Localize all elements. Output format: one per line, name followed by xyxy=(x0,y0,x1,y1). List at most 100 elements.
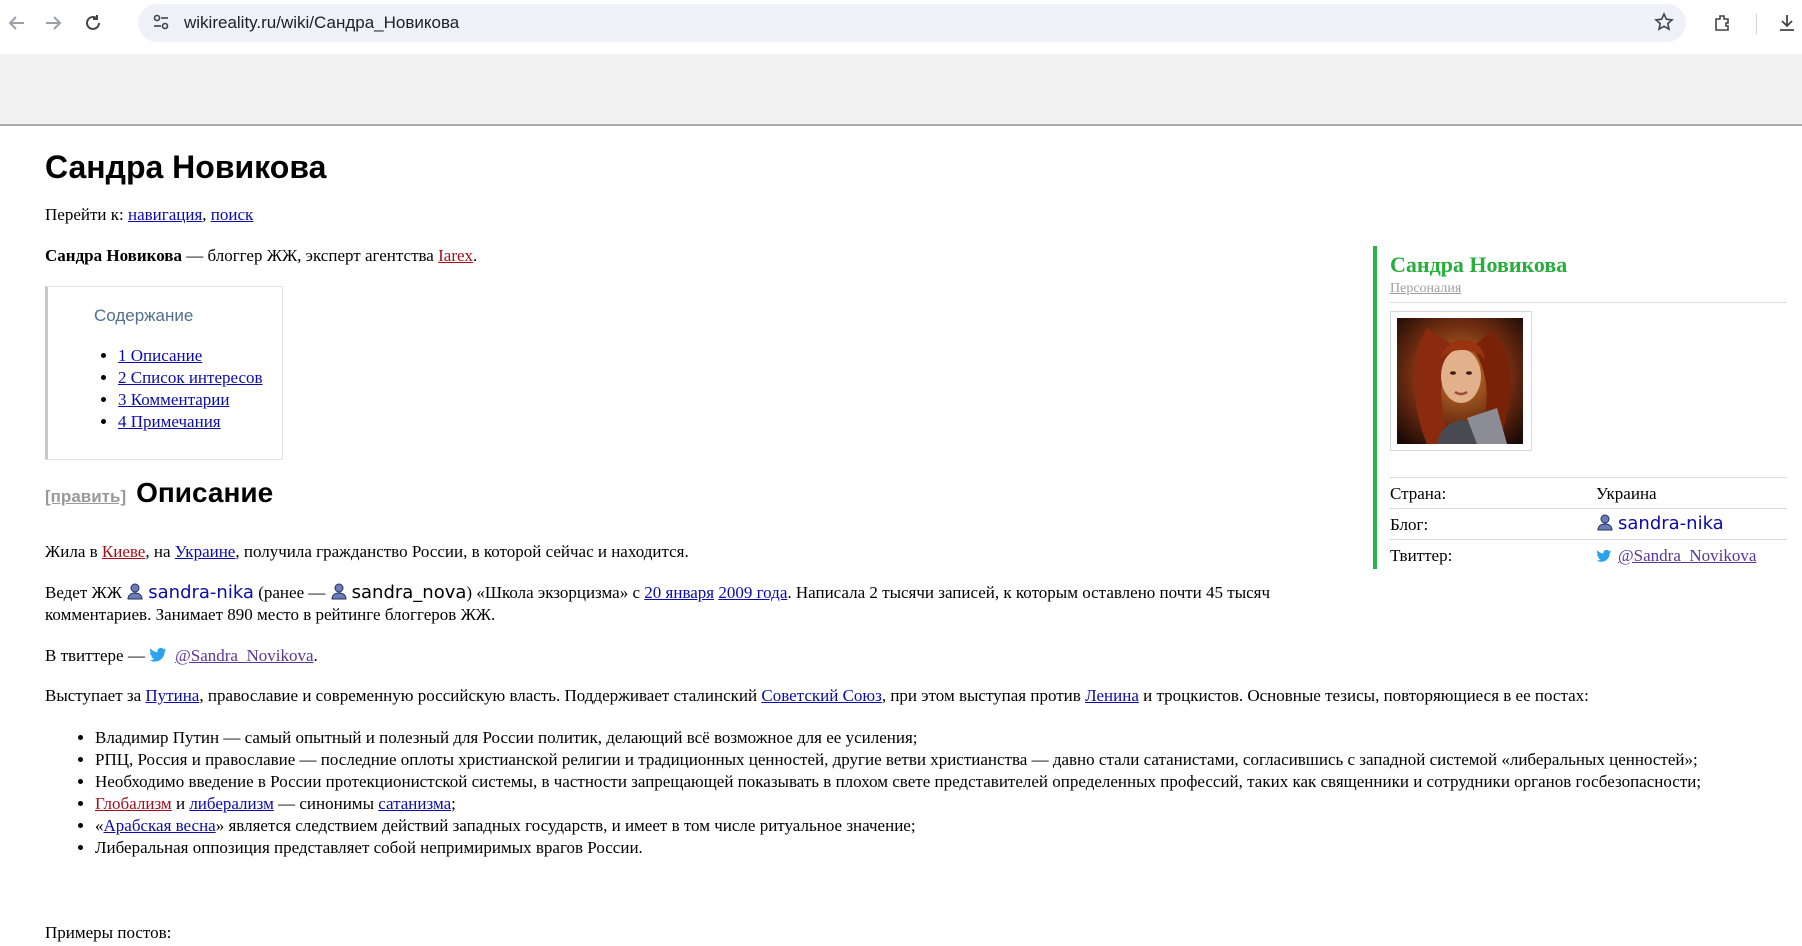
toc-item: 1 Описание xyxy=(118,345,263,367)
download-icon[interactable] xyxy=(1776,12,1798,39)
jump-navigation-link[interactable]: навигация xyxy=(128,205,202,224)
lj-user-icon xyxy=(330,582,348,600)
infobox-key: Твиттер: xyxy=(1390,546,1453,565)
list-item: РПЦ, Россия и православие — последние оп… xyxy=(95,749,1802,771)
date-link[interactable]: 20 января xyxy=(644,583,714,602)
toc-item: 4 Примечания xyxy=(118,411,263,433)
address-bar[interactable]: wikireality.ru/wiki/Сандра_Новикова xyxy=(138,4,1686,42)
infobox-title: Сандра Новикова xyxy=(1390,252,1568,277)
reload-icon[interactable] xyxy=(78,8,108,38)
profile-photo[interactable] xyxy=(1390,311,1532,451)
satanism-link[interactable]: сатанизма xyxy=(378,794,451,813)
twitter-handle-link[interactable]: @Sandra_Novikova xyxy=(175,646,313,665)
intro-paragraph: Сандра Новикова — блоггер ЖЖ, эксперт аг… xyxy=(45,245,477,267)
site-settings-icon[interactable] xyxy=(152,13,170,36)
jump-links: Перейти к: навигация, поиск xyxy=(45,204,253,226)
toc-link-comments[interactable]: 3 Комментарии xyxy=(118,390,229,409)
page-banner xyxy=(0,54,1802,126)
divider xyxy=(1390,302,1787,303)
list-item: Глобализм и либерализм — синонимы сатани… xyxy=(95,793,1802,815)
infobox-value: Украина xyxy=(1596,484,1657,503)
text: . xyxy=(313,646,318,665)
text: Выступает за xyxy=(45,686,146,705)
infobox-key: Блог: xyxy=(1390,515,1429,534)
lj-user-icon xyxy=(1596,513,1614,531)
arab-spring-link[interactable]: Арабская весна xyxy=(104,816,216,835)
lj-user-sandra-nika-link[interactable]: sandra-nika xyxy=(148,582,254,603)
text: Жила в xyxy=(45,542,102,561)
lj-user-sandra-nova-link[interactable]: sandra_nova xyxy=(352,582,467,603)
table-of-contents: Содержание 1 Описание 2 Список интересов… xyxy=(45,286,283,460)
section-title: Описание xyxy=(136,477,274,508)
bookmark-star-icon[interactable] xyxy=(1654,12,1674,37)
text: , получила гражданство России, в которой… xyxy=(235,542,689,561)
twitter-bird-icon xyxy=(1596,548,1612,564)
infobox-row-country: Страна: Украина xyxy=(1390,477,1787,510)
toc-link-interests[interactable]: 2 Список интересов xyxy=(118,368,263,387)
paragraph-twitter: В твиттере — @Sandra_Novikova. xyxy=(45,645,318,667)
intro-bold-name: Сандра Новикова xyxy=(45,246,182,265)
page-title: Сандра Новикова xyxy=(45,149,327,185)
intro-text: — блоггер ЖЖ, эксперт агентства xyxy=(181,246,439,265)
putin-link[interactable]: Путина xyxy=(145,686,199,705)
paragraph-residence: Жила в Киеве, на Украине, получила гражд… xyxy=(45,541,689,563)
section-heading: [править] Описание xyxy=(45,477,274,508)
infobox-twitter-link[interactable]: @Sandra_Novikova xyxy=(1618,546,1756,565)
list-item: Либеральная оппозиция представляет собой… xyxy=(95,837,1802,859)
url-text[interactable]: wikireality.ru/wiki/Сандра_Новикова xyxy=(184,13,459,33)
text: , православие и современную российскую в… xyxy=(199,686,762,705)
text: и xyxy=(171,794,190,813)
globalism-link[interactable]: Глобализм xyxy=(95,794,172,813)
browser-toolbar: wikireality.ru/wiki/Сандра_Новикова xyxy=(0,0,1802,46)
toc-link-description[interactable]: 1 Описание xyxy=(118,346,202,365)
text: « xyxy=(95,816,104,835)
toolbar-separator xyxy=(1756,14,1757,34)
theses-list: Владимир Путин — самый опытный и полезны… xyxy=(45,727,1802,859)
post-examples-label: Примеры постов: xyxy=(45,923,172,942)
jump-comma: , xyxy=(202,205,211,224)
ukraine-link[interactable]: Украине xyxy=(175,542,236,561)
jump-prefix: Перейти к: xyxy=(45,205,128,224)
text: » является следствием действий западных … xyxy=(215,816,916,835)
soviet-union-link[interactable]: Советский Союз xyxy=(761,686,881,705)
edit-section-link[interactable]: [править] xyxy=(45,486,126,508)
toc-list: 1 Описание 2 Список интересов 3 Коммента… xyxy=(91,345,263,433)
text: , при этом выступая против xyxy=(881,686,1086,705)
list-item: Владимир Путин — самый опытный и полезны… xyxy=(95,727,1802,749)
jump-search-link[interactable]: поиск xyxy=(211,205,254,224)
infobox-row-blog: Блог: sandra-nika xyxy=(1390,508,1787,541)
lj-user-icon xyxy=(126,582,144,600)
toc-title: Содержание xyxy=(94,306,194,325)
toc-link-notes[interactable]: 4 Примечания xyxy=(118,412,221,431)
lenin-link[interactable]: Ленина xyxy=(1085,686,1139,705)
paragraph-views: Выступает за Путина, православие и совре… xyxy=(45,685,1765,707)
infobox-row-twitter: Твиттер: @Sandra_Novikova xyxy=(1390,539,1787,572)
toc-item: 3 Комментарии xyxy=(118,389,263,411)
text: и троцкистов. Основные тезисы, повторяющ… xyxy=(1138,686,1589,705)
text: , на xyxy=(145,542,175,561)
infobox-blog-link[interactable]: sandra-nika xyxy=(1618,513,1724,534)
extensions-icon[interactable] xyxy=(1712,12,1734,39)
text: ; xyxy=(451,794,456,813)
list-item: «Арабская весна» является следствием дей… xyxy=(95,815,1802,837)
infobox: Сандра Новикова Персоналия Страна: Украи… xyxy=(1373,246,1787,569)
infobox-value: sandra-nika xyxy=(1596,513,1724,534)
text: Ведет ЖЖ xyxy=(45,583,127,602)
back-arrow-icon[interactable] xyxy=(2,8,32,38)
text: — синонимы xyxy=(273,794,379,813)
infobox-value: @Sandra_Novikova xyxy=(1596,546,1756,566)
intro-end: . xyxy=(473,246,478,265)
text: (ранее — xyxy=(253,583,330,602)
forward-arrow-icon[interactable] xyxy=(38,8,68,38)
text: В твиттере — xyxy=(45,646,150,665)
year-link[interactable]: 2009 года xyxy=(718,583,787,602)
infobox-subtitle-link[interactable]: Персоналия xyxy=(1390,281,1461,297)
iarex-link[interactable]: Iarex xyxy=(438,246,473,265)
toc-item: 2 Список интересов xyxy=(118,367,263,389)
infobox-key: Страна: xyxy=(1390,484,1447,503)
text: ) «Школа экзорцизма» с xyxy=(466,583,645,602)
liberalism-link[interactable]: либерализм xyxy=(189,794,274,813)
kiev-link[interactable]: Киеве xyxy=(102,542,145,561)
list-item: Необходимо введение в России протекциони… xyxy=(95,771,1802,793)
twitter-bird-icon xyxy=(149,647,167,663)
